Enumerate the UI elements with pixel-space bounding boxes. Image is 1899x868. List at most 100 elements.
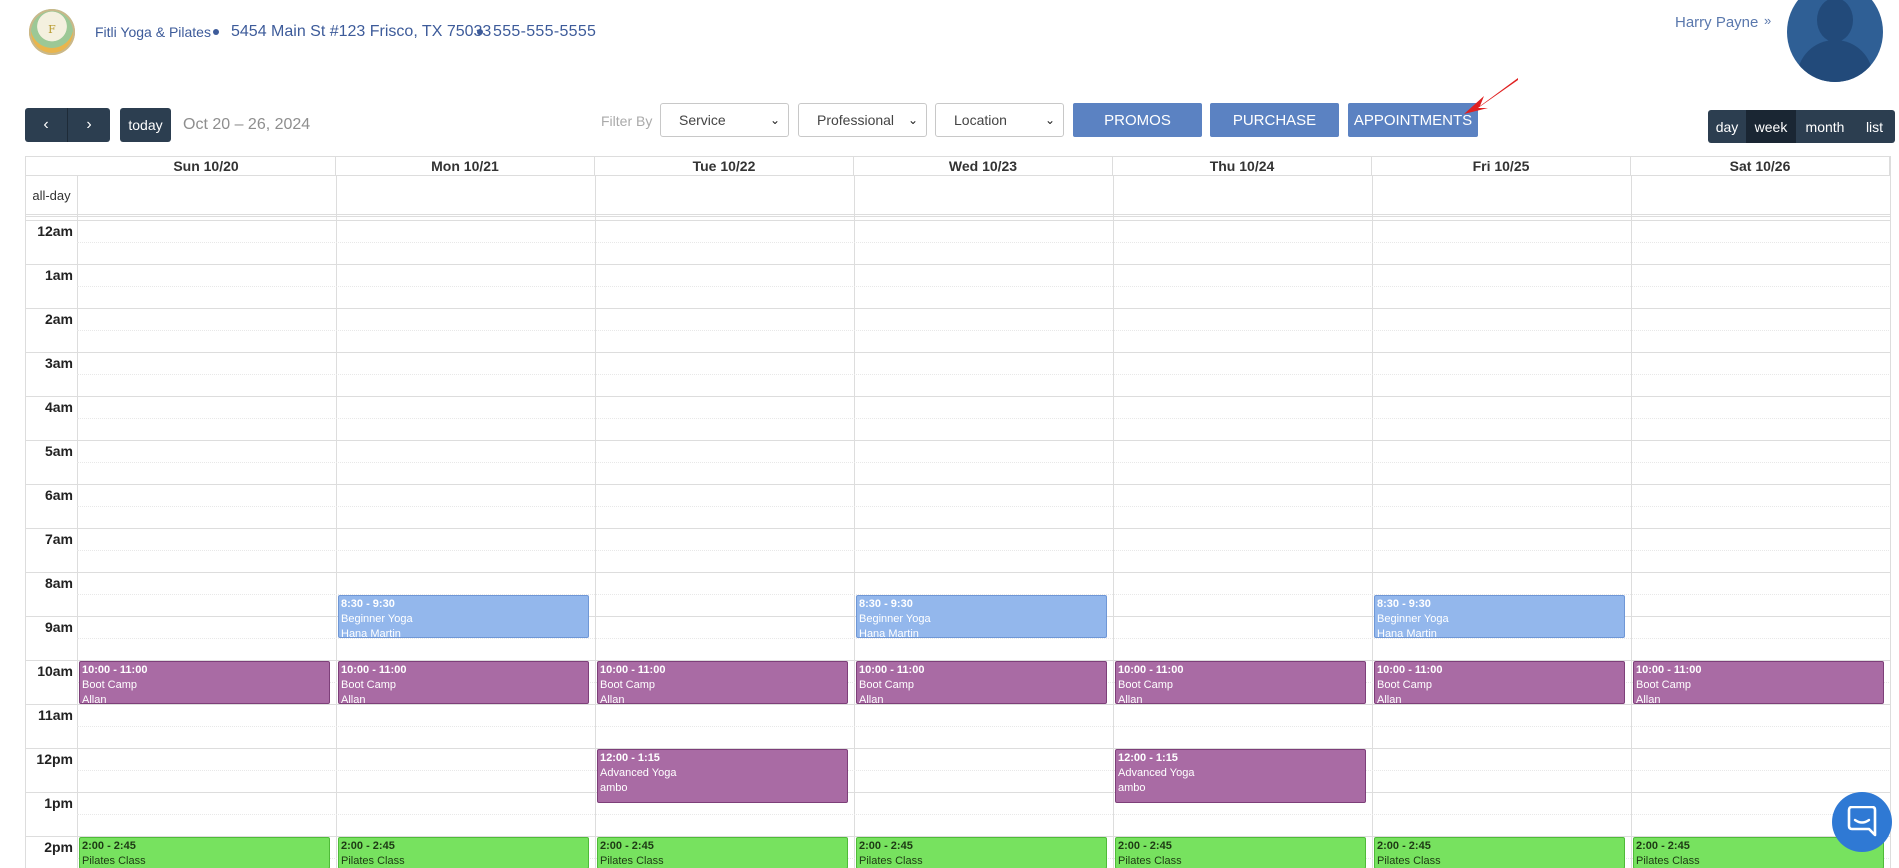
calendar-event[interactable]: 8:30 - 9:30 Beginner Yoga Hana Martin [1374, 595, 1625, 638]
event-name: Pilates Class [859, 855, 923, 867]
hour-gridline [26, 440, 1890, 441]
calendar-event[interactable]: 2:00 - 2:45 Pilates Class [597, 837, 848, 868]
view-week-button[interactable]: week [1746, 110, 1796, 143]
event-name: Beginner Yoga [1377, 613, 1449, 625]
calendar-event[interactable]: 10:00 - 11:00 Boot Camp Allan [597, 661, 848, 704]
calendar-event[interactable]: 2:00 - 2:45 Pilates Class [1115, 837, 1366, 868]
double-chevron-down-icon[interactable]: » [1764, 13, 1771, 28]
event-time: 2:00 - 2:45 [600, 840, 654, 852]
chevron-down-icon: ⌄ [769, 113, 780, 127]
hour-label: 1am [44, 267, 73, 283]
calendar-event[interactable]: 12:00 - 1:15 Advanced Yoga ambo [1115, 749, 1366, 803]
half-hour-gridline [77, 550, 1890, 551]
promos-button[interactable]: PROMOS [1073, 103, 1202, 137]
day-header: Sat 10/26 [1631, 157, 1890, 175]
calendar-event[interactable]: 10:00 - 11:00 Boot Camp Allan [856, 661, 1107, 704]
filter-by-label: Filter By [601, 113, 653, 129]
studio-phone[interactable]: 555-555-5555 [493, 23, 596, 41]
service-select[interactable]: Service ⌄ [660, 103, 789, 137]
event-name: Boot Camp [1118, 679, 1174, 691]
event-time: 10:00 - 11:00 [859, 664, 925, 676]
professional-select[interactable]: Professional ⌄ [798, 103, 927, 137]
hour-gridline [26, 748, 1890, 749]
event-professional: ambo [1118, 782, 1146, 794]
hour-label: 8am [44, 575, 73, 591]
chevron-left-icon: ‹ [43, 116, 49, 133]
hour-label: 5am [44, 443, 73, 459]
event-name: Beginner Yoga [341, 613, 413, 625]
view-day-button[interactable]: day [1708, 110, 1746, 143]
red-arrow-icon [1464, 78, 1518, 114]
event-time: 10:00 - 11:00 [82, 664, 148, 676]
hour-gridline [26, 704, 1890, 705]
event-professional: Allan [1636, 694, 1661, 704]
hour-label: 6am [44, 487, 73, 503]
event-name: Boot Camp [1377, 679, 1433, 691]
studio-address: 5454 Main St #123 Frisco, TX 75033 [231, 23, 492, 40]
event-name: Advanced Yoga [1118, 767, 1195, 779]
event-name: Boot Camp [341, 679, 397, 691]
event-name: Advanced Yoga [600, 767, 677, 779]
event-name: Pilates Class [1118, 855, 1182, 867]
today-button[interactable]: today [120, 108, 171, 142]
calendar-event[interactable]: 2:00 - 2:45 Pilates Class [79, 837, 330, 868]
purchase-button[interactable]: PURCHASE [1210, 103, 1339, 137]
event-name: Boot Camp [82, 679, 138, 691]
next-week-button[interactable]: › [67, 108, 110, 142]
event-professional: Allan [859, 694, 884, 704]
event-name: Boot Camp [600, 679, 656, 691]
calendar-event[interactable]: 10:00 - 11:00 Boot Camp Allan [338, 661, 589, 704]
all-day-label: all-day [32, 188, 71, 203]
hour-label: 11am [37, 707, 73, 723]
appointments-button[interactable]: APPOINTMENTS [1348, 103, 1478, 137]
avatar-head-shape [1817, 0, 1853, 42]
event-time: 12:00 - 1:15 [600, 752, 660, 764]
event-time: 12:00 - 1:15 [1118, 752, 1178, 764]
professional-select-value: Professional [817, 112, 895, 128]
all-day-row[interactable] [26, 175, 1890, 217]
chevron-right-icon: › [86, 116, 92, 133]
event-time: 8:30 - 9:30 [859, 598, 913, 610]
chat-button[interactable] [1832, 792, 1892, 852]
calendar-event[interactable]: 2:00 - 2:45 Pilates Class [1374, 837, 1625, 868]
calendar-event[interactable]: 12:00 - 1:15 Advanced Yoga ambo [597, 749, 848, 803]
avatar[interactable] [1787, 0, 1883, 82]
half-hour-gridline [77, 726, 1890, 727]
hour-label: 4am [44, 399, 73, 415]
hour-gridline [26, 572, 1890, 573]
day-column-divider [854, 175, 855, 868]
event-name: Boot Camp [1636, 679, 1692, 691]
top-bar: F Fitli Yoga & Pilates 5454 Main St #123… [0, 0, 1899, 82]
day-header: Fri 10/25 [1372, 157, 1631, 175]
user-name[interactable]: Harry Payne [1675, 14, 1758, 31]
event-professional: ambo [600, 782, 628, 794]
event-time: 2:00 - 2:45 [82, 840, 136, 852]
hour-gridline [26, 396, 1890, 397]
studio-logo[interactable]: F [29, 9, 75, 55]
half-hour-gridline [77, 462, 1890, 463]
calendar-event[interactable]: 2:00 - 2:45 Pilates Class [856, 837, 1107, 868]
event-time: 10:00 - 11:00 [1118, 664, 1184, 676]
location-select[interactable]: Location ⌄ [935, 103, 1064, 137]
calendar-event[interactable]: 10:00 - 11:00 Boot Camp Allan [1633, 661, 1884, 704]
calendar-event[interactable]: 8:30 - 9:30 Beginner Yoga Hana Martin [338, 595, 589, 638]
view-list-button[interactable]: list [1854, 110, 1895, 143]
event-name: Pilates Class [82, 855, 146, 867]
chevron-down-icon: ⌄ [1044, 113, 1055, 127]
calendar-event[interactable]: 2:00 - 2:45 Pilates Class [338, 837, 589, 868]
view-month-button[interactable]: month [1796, 110, 1854, 143]
hour-gridline [26, 308, 1890, 309]
calendar-event[interactable]: 10:00 - 11:00 Boot Camp Allan [79, 661, 330, 704]
event-professional: Allan [1377, 694, 1402, 704]
event-time: 10:00 - 11:00 [341, 664, 407, 676]
calendar-event[interactable]: 10:00 - 11:00 Boot Camp Allan [1115, 661, 1366, 704]
prev-week-button[interactable]: ‹ [25, 108, 67, 142]
half-hour-gridline [77, 330, 1890, 331]
calendar-event[interactable]: 10:00 - 11:00 Boot Camp Allan [1374, 661, 1625, 704]
event-time: 8:30 - 9:30 [1377, 598, 1431, 610]
avatar-shoulders-shape [1797, 40, 1873, 82]
calendar-event[interactable]: 8:30 - 9:30 Beginner Yoga Hana Martin [856, 595, 1107, 638]
hour-label: 10am [37, 663, 73, 679]
day-header: Sun 10/20 [77, 157, 336, 175]
hour-label: 2pm [44, 839, 73, 855]
